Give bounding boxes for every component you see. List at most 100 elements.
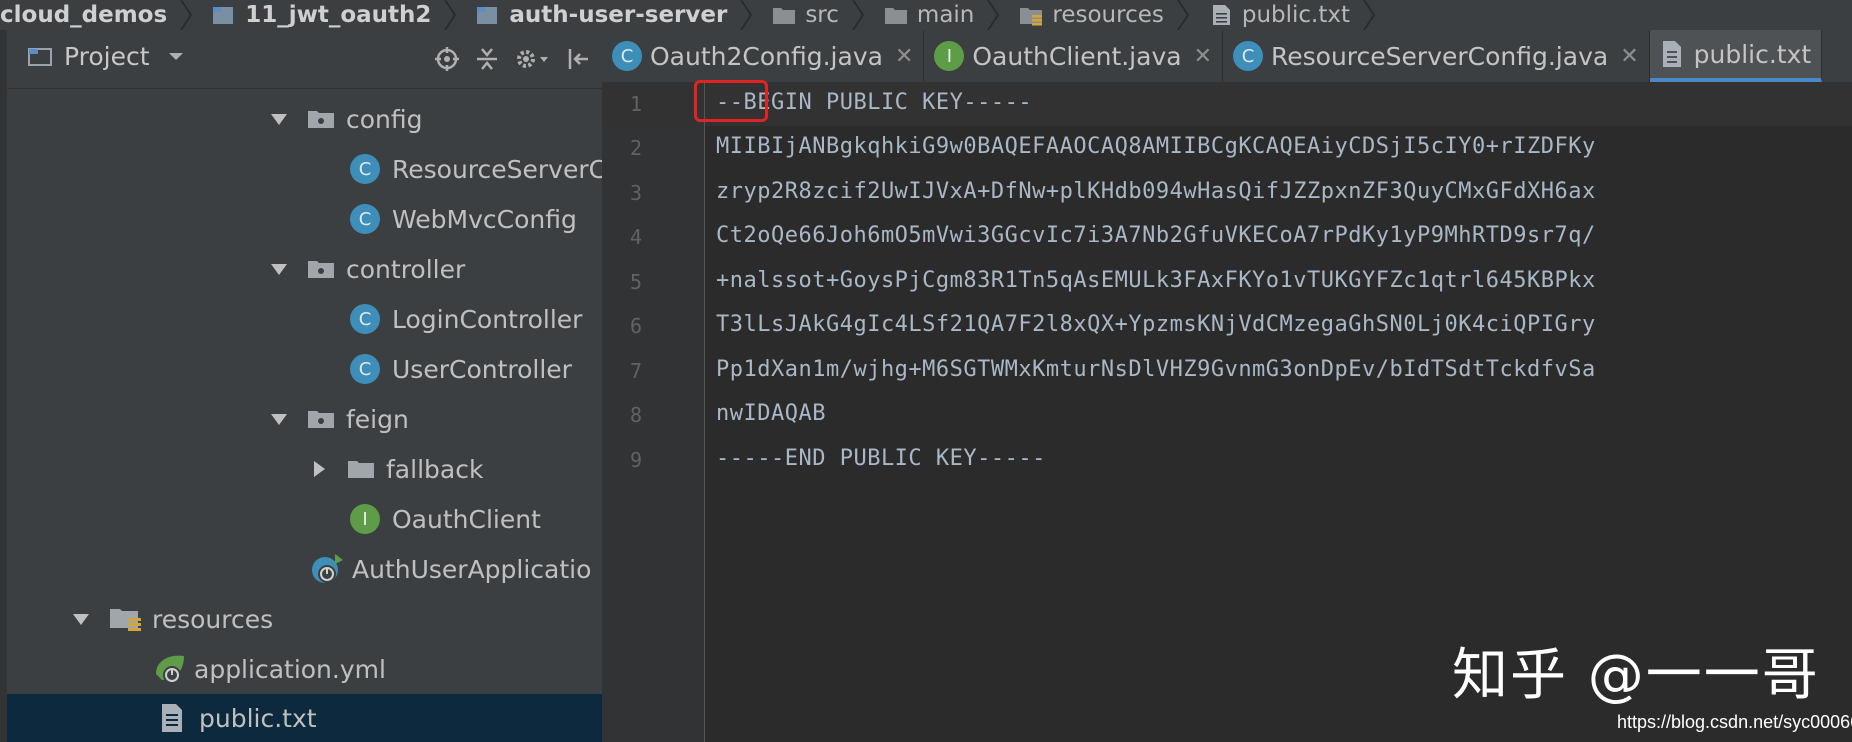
breadcrumb-item-public-txt[interactable]: public.txt: [1200, 0, 1386, 30]
class-icon: C: [350, 204, 380, 234]
project-toolbar: [434, 46, 592, 72]
close-icon[interactable]: ✕: [1620, 44, 1638, 69]
text-file-icon: [1212, 5, 1230, 25]
code-line[interactable]: zryp2R8zcif2UwIJVxA+DfNw+plKHdb094wHasQi…: [716, 179, 1596, 204]
left-tool-strip: [0, 30, 7, 742]
tree-item-controller[interactable]: controller: [270, 246, 465, 292]
locate-icon[interactable]: [434, 46, 460, 72]
folder-icon: [308, 111, 334, 128]
chevron-right-icon[interactable]: [310, 460, 328, 478]
resources-folder-icon: [1020, 8, 1043, 26]
breadcrumb-label: cloud_demos: [0, 2, 168, 28]
chevron-down-icon[interactable]: [270, 110, 288, 128]
class-icon: C: [350, 354, 380, 384]
breadcrumb-item-resources[interactable]: resources: [1010, 0, 1199, 30]
tree-item-fallback[interactable]: fallback: [310, 446, 483, 492]
code-line[interactable]: T3lLsJAkG4gIc4LSf21QA7F2l8xQX+YpzmsKNjVd…: [716, 312, 1596, 337]
module-icon: [213, 7, 234, 24]
tree-item-application-yml[interactable]: application.yml: [152, 646, 386, 692]
project-icon: [28, 47, 52, 66]
resources-folder-icon: [110, 609, 141, 631]
breadcrumb-item-cloud-demos[interactable]: cloud_demos: [0, 0, 203, 30]
tab-oauth2-config[interactable]: C Oauth2Config.java ✕: [602, 30, 925, 82]
chevron-down-icon[interactable]: [270, 410, 288, 428]
breadcrumb-item-auth-user-server[interactable]: auth-user-server: [467, 0, 763, 30]
tree-item-resources[interactable]: resources: [72, 596, 273, 642]
tree-item-label: config: [346, 104, 423, 134]
breadcrumb-separator-icon: [740, 0, 753, 30]
watermark-text: 知乎 @一一哥: [1452, 643, 1820, 708]
tree-item-label: UserController: [392, 354, 572, 384]
hide-icon[interactable]: [566, 46, 592, 72]
line-number: 6: [629, 314, 642, 338]
tree-item-label: resources: [152, 604, 274, 634]
tree-item-config[interactable]: config: [270, 96, 423, 142]
tree-item-label: feign: [346, 404, 409, 434]
breadcrumb-item-main[interactable]: main: [875, 0, 1010, 30]
tab-label: public.txt: [1693, 39, 1812, 69]
folder-icon: [348, 461, 374, 478]
breadcrumb-separator-icon: [1177, 0, 1190, 30]
tab-label: Oauth2Config.java: [650, 41, 883, 71]
tree-item-label: WebMvcConfig: [392, 204, 577, 234]
project-panel-title: Project: [64, 42, 150, 71]
collapse-icon[interactable]: [474, 46, 500, 72]
code-line[interactable]: MIIBIjANBgkqhkiG9w0BAQEFAAOCAQ8AMIIBCgKC…: [716, 134, 1596, 159]
close-icon[interactable]: ✕: [895, 44, 913, 69]
tree-item-feign[interactable]: feign: [270, 396, 409, 442]
interface-icon: I: [350, 504, 380, 534]
class-icon: C: [1233, 41, 1264, 71]
code-line[interactable]: nwIDAQAB: [716, 401, 826, 426]
tree-item-label: fallback: [386, 454, 484, 484]
tree-item-public-txt[interactable]: public.txt: [7, 694, 602, 742]
line-number: 4: [629, 225, 642, 249]
breadcrumb-label: resources: [1052, 2, 1164, 28]
editor-tab-bar: C Oauth2Config.java ✕ I OauthClient.java…: [602, 30, 1852, 83]
text-file-icon: [162, 704, 182, 732]
tree-item-resource-server-config[interactable]: C ResourceServerC: [350, 146, 602, 192]
code-line[interactable]: Pp1dXan1m/wjhg+M6SGTWMxKmturNsDlVHZ9Gvnm…: [716, 357, 1596, 382]
tree-item-auth-user-application[interactable]: AuthUserApplicatio: [310, 546, 591, 592]
line-number: 2: [629, 136, 642, 160]
gear-icon[interactable]: [514, 46, 552, 72]
tab-resource-server-config[interactable]: C ResourceServerConfig.java ✕: [1223, 30, 1650, 82]
tree-item-label: controller: [346, 254, 466, 284]
breadcrumb-separator-icon: [444, 0, 457, 30]
class-icon: C: [612, 41, 642, 71]
tree-item-oauth-client[interactable]: I OauthClient: [350, 496, 541, 542]
breadcrumb-item-jwt-oauth2[interactable]: 11_jwt_oauth2: [203, 0, 467, 30]
breadcrumb-label: src: [805, 2, 839, 28]
class-icon: C: [350, 154, 380, 184]
line-number: 3: [629, 181, 642, 205]
line-number: 7: [629, 359, 642, 383]
class-icon: C: [350, 304, 380, 334]
tab-oauth-client[interactable]: I OauthClient.java ✕: [924, 30, 1224, 82]
code-line[interactable]: +nalssot+GoysPjCgm83R1Tn5qAsEMULk3FAxFKY…: [716, 268, 1596, 293]
code-line[interactable]: -----END PUBLIC KEY-----: [716, 446, 1046, 471]
breadcrumb-separator-icon: [180, 0, 193, 30]
line-number: 1: [629, 92, 642, 116]
breadcrumb-label: public.txt: [1241, 2, 1351, 28]
chevron-down-icon[interactable]: [270, 260, 288, 278]
text-file-icon: [1662, 41, 1681, 67]
chevron-down-icon[interactable]: [72, 610, 90, 628]
gutter-divider: [704, 82, 705, 742]
folder-icon: [308, 411, 334, 428]
tab-label: ResourceServerConfig.java: [1271, 41, 1609, 71]
tab-public-txt[interactable]: public.txt: [1649, 30, 1823, 82]
folder-icon: [308, 261, 334, 278]
breadcrumb-separator-icon: [852, 0, 865, 30]
project-view-selector[interactable]: Project: [26, 42, 186, 71]
close-icon[interactable]: ✕: [1194, 44, 1212, 69]
project-panel-header: Project: [0, 30, 602, 89]
navigation-breadcrumb: cloud_demos 11_jwt_oauth2 auth-user-serv…: [0, 0, 1852, 30]
tree-item-login-controller[interactable]: C LoginController: [350, 296, 582, 342]
module-icon: [477, 7, 498, 24]
tree-item-webmvc-config[interactable]: C WebMvcConfig: [350, 196, 577, 242]
code-line[interactable]: Ct2oQe66Joh6mO5mVwi3GGcvIc7i3A7Nb2GfuVKE…: [716, 223, 1596, 248]
chevron-down-icon: [168, 52, 183, 60]
project-tool-window: Project config C ResourceServerC C WebMv…: [0, 30, 602, 742]
tree-item-user-controller[interactable]: C UserController: [350, 346, 572, 392]
breadcrumb-item-src[interactable]: src: [763, 0, 875, 30]
tab-label: OauthClient.java: [972, 41, 1182, 71]
